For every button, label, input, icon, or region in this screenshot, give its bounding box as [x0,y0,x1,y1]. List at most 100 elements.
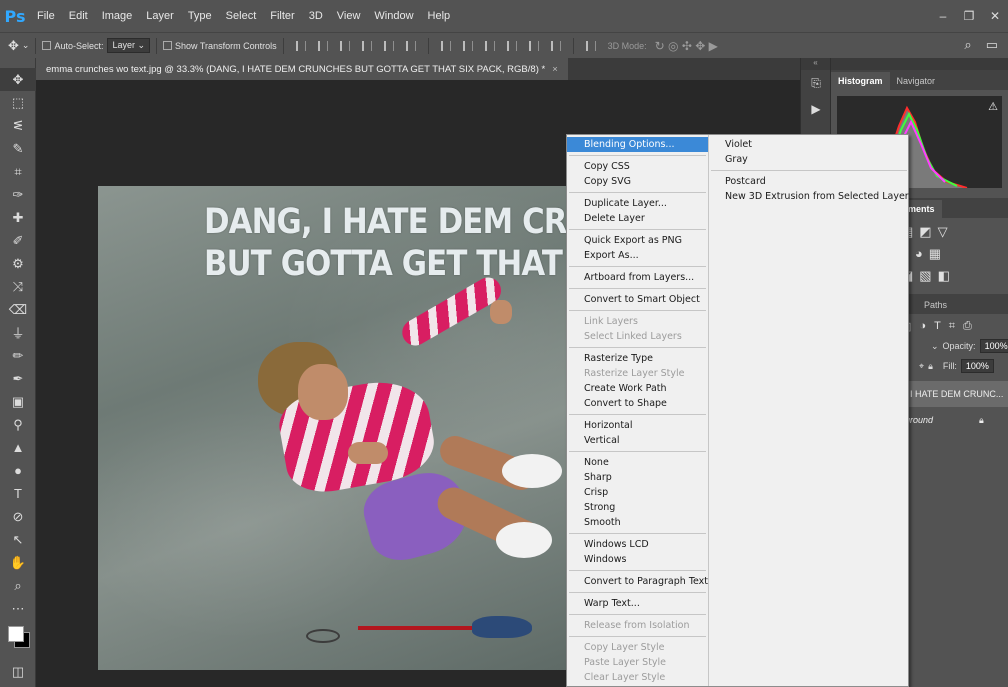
distribute-right-icon[interactable] [550,40,561,51]
type-tool-icon[interactable]: T [0,482,36,505]
zoom-tool-icon[interactable]: ⌕ [0,574,36,597]
spot-healing-tool-icon[interactable]: ✚ [0,206,36,229]
document-image[interactable]: DANG, I HATE DEM CRUNC BUT GOTTA GET THA… [98,186,568,670]
color-lookup-icon[interactable]: ◕ [915,246,923,262]
menu-item-smooth[interactable]: Smooth [567,515,708,530]
menu-layer[interactable]: Layer [139,10,181,22]
brush-tool-icon[interactable]: ✐ [0,229,36,252]
auto-select-dropdown[interactable]: Layer ⌄ [107,38,151,53]
menu-item-duplicate-layer[interactable]: Duplicate Layer... [567,196,708,211]
stamp-tool-icon[interactable]: ⏚ [0,321,36,344]
align-top-icon[interactable] [295,40,306,51]
menu-item-horizontal[interactable]: Horizontal [567,418,708,433]
menu-3d[interactable]: 3D [302,10,330,22]
lock-icon[interactable]: 🔒︎ [979,415,984,426]
filter-shape-icon[interactable]: ⌗ [949,320,955,333]
menu-item-copy-css[interactable]: Copy CSS [567,159,708,174]
close-button[interactable]: ✕ [982,0,1008,32]
menu-item-windows-lcd[interactable]: Windows LCD [567,537,708,552]
menu-item-artboard-from-layers[interactable]: Artboard from Layers... [567,270,708,285]
menu-item-gray[interactable]: Gray [709,152,909,167]
path-select-tool-icon[interactable]: ↖ [0,528,36,551]
blur-tool-icon[interactable]: ✒ [0,367,36,390]
move-tool-icon[interactable]: ✥ [8,38,19,54]
history-panel-icon[interactable]: ⎘ [801,70,831,96]
quick-mask-icon[interactable]: ◫ [0,660,36,683]
tab-histogram[interactable]: Histogram [831,72,890,90]
grid-icon[interactable]: ▦ [929,246,941,262]
filter-smart-icon[interactable]: ⎙ [963,320,972,333]
minimize-button[interactable]: – [930,0,956,32]
menu-item-export-as[interactable]: Export As... [567,248,708,263]
align-bottom-icon[interactable] [339,40,350,51]
menu-item-convert-to-paragraph-text[interactable]: Convert to Paragraph Text [567,574,708,589]
tab-paths[interactable]: Paths [917,296,954,314]
pen-tool-icon[interactable]: ▲ [0,436,36,459]
menu-item-windows[interactable]: Windows [567,552,708,567]
menu-item-create-work-path[interactable]: Create Work Path [567,381,708,396]
menu-item-strong[interactable]: Strong [567,500,708,515]
warning-icon[interactable]: ⚠ [988,100,998,113]
menu-item-sharp[interactable]: Sharp [567,470,708,485]
hand-tool-icon[interactable]: ✋ [0,551,36,574]
menu-item-warp-text[interactable]: Warp Text... [567,596,708,611]
align-hcenter-icon[interactable] [383,40,394,51]
sponge-tool-icon[interactable]: ● [0,459,36,482]
chevron-down-icon[interactable]: ⌄ [22,40,30,51]
align-left-icon[interactable] [361,40,372,51]
history-brush-tool-icon[interactable]: ⤨ [0,275,36,298]
close-tab-icon[interactable]: × [552,64,558,75]
distribute-top-icon[interactable] [440,40,451,51]
menu-select[interactable]: Select [219,10,264,22]
menu-item-copy-svg[interactable]: Copy SVG [567,174,708,189]
menu-edit[interactable]: Edit [62,10,95,22]
pencil-tool-icon[interactable]: ✏ [0,344,36,367]
document-tab[interactable]: emma crunches wo text.jpg @ 33.3% (DANG,… [36,58,568,80]
align-vcenter-icon[interactable] [317,40,328,51]
eraser-tool-icon[interactable]: ⌫ [0,298,36,321]
filter-adjustment-icon[interactable]: ◑ [919,320,926,333]
menu-filter[interactable]: Filter [263,10,301,22]
more-tools-icon[interactable]: ⋯ [0,597,36,620]
lock-position-icon[interactable]: ⌖ [919,361,924,372]
auto-align-icon[interactable] [585,40,596,51]
lasso-tool-icon[interactable]: ᓬ [0,114,36,137]
selective-color-icon[interactable]: ◧ [938,268,950,284]
screen-mode-icon[interactable]: ⧉ [0,683,36,687]
menu-item-new-3d-extrusion-from-selected-layer[interactable]: New 3D Extrusion from Selected Layer [709,189,909,204]
actions-panel-icon[interactable]: ▶ [801,96,831,122]
menu-item-convert-to-shape[interactable]: Convert to Shape [567,396,708,411]
menu-item-vertical[interactable]: Vertical [567,433,708,448]
3d-orbit-icon[interactable]: ↻ ◎ ✣ ✥ ▶ [655,39,718,53]
restore-button[interactable]: ❐ [956,0,982,32]
quick-select-tool-icon[interactable]: ✎ [0,137,36,160]
menu-item-crisp[interactable]: Crisp [567,485,708,500]
blend-mode-chevron-icon[interactable]: ⌄ [931,341,939,352]
menu-item-quick-export-as-png[interactable]: Quick Export as PNG [567,233,708,248]
search-icon[interactable]: ⌕ [964,37,971,53]
menu-view[interactable]: View [330,10,368,22]
menu-item-blending-options[interactable]: Blending Options... [567,137,709,152]
distribute-vcenter-icon[interactable] [462,40,473,51]
filter-type-icon[interactable]: T [934,320,941,333]
auto-select-checkbox[interactable] [42,41,52,50]
menu-image[interactable]: Image [95,10,140,22]
dodge-tool-icon[interactable]: ⚲ [0,413,36,436]
distribute-hcenter-icon[interactable] [528,40,539,51]
menu-type[interactable]: Type [181,10,219,22]
gradient-map-icon[interactable]: ▽ [938,224,948,240]
opacity-input[interactable]: 100% [979,339,1008,353]
menu-file[interactable]: File [30,10,62,22]
menu-help[interactable]: Help [421,10,458,22]
foreground-color-swatch[interactable] [8,626,24,642]
tab-navigator[interactable]: Navigator [890,72,943,90]
fill-input[interactable]: 100% [960,359,994,373]
menu-item-delete-layer[interactable]: Delete Layer [567,211,708,226]
eyedropper-tool-icon[interactable]: ✑ [0,183,36,206]
menu-item-violet[interactable]: Violet [709,137,909,152]
distribute-bottom-icon[interactable] [484,40,495,51]
gradient-tool-icon[interactable]: ▣ [0,390,36,413]
menu-item-rasterize-type[interactable]: Rasterize Type [567,351,708,366]
move-tool-icon[interactable]: ✥ [0,68,36,91]
path-tool-icon[interactable]: ⊘ [0,505,36,528]
